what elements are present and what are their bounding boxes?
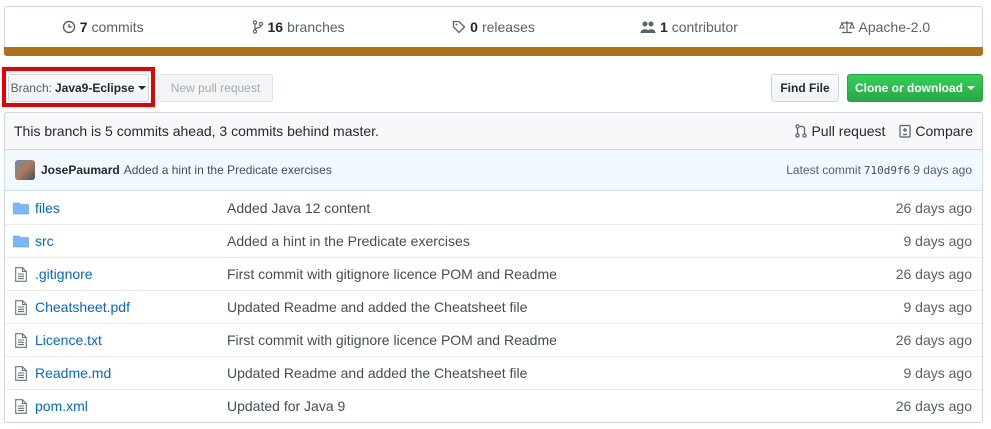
commit-message[interactable]: Added a hint in the Predicate exercises [124,163,787,177]
file-icon [7,398,35,414]
branch-status-bar: This branch is 5 commits ahead, 3 commit… [4,112,983,150]
history-icon [62,20,75,34]
branch-status-text: This branch is 5 commits ahead, 3 commit… [14,123,379,139]
diff-icon [899,124,912,138]
file-commit-message[interactable]: Updated for Java 9 [227,398,896,414]
tag-icon [453,20,466,34]
caret-down-icon [138,86,147,90]
file-icon [7,365,35,381]
file-age: 26 days ago [895,398,972,414]
folder-icon [7,201,35,215]
table-row: files Added Java 12 content 26 days ago [5,191,982,224]
file-name-link[interactable]: files [35,200,227,216]
pull-request-link[interactable]: Pull request [795,123,885,139]
file-commit-message[interactable]: First commit with gitignore licence POM … [227,332,896,348]
compare-link[interactable]: Compare [899,123,973,139]
license-label: Apache-2.0 [858,19,931,35]
language-bar[interactable] [4,47,983,56]
file-icon [7,299,35,315]
contributors-label: contributor [671,19,738,35]
file-age: 9 days ago [903,299,973,315]
file-age: 26 days ago [895,199,972,216]
file-commit-message[interactable]: Added a hint in the Predicate exercises [227,233,904,249]
releases-label: releases [481,19,535,35]
latest-commit-bar: JosePaumard Added a hint in the Predicat… [4,150,983,191]
people-icon [640,21,656,33]
commit-author[interactable]: JosePaumard [41,163,120,177]
file-name-link[interactable]: .gitignore [35,266,227,282]
releases-count: 0 [470,19,478,35]
commits-count: 7 [79,19,88,35]
git-pull-request-icon [795,124,808,138]
table-row: Cheatsheet.pdf Updated Readme and added … [5,290,982,323]
commit-sha[interactable]: 710d9f6 [864,164,910,177]
table-row: pom.xml Updated for Java 9 26 days ago [5,389,982,422]
branch-label: Branch: [10,81,52,95]
table-row: Readme.md Updated Readme and added the C… [5,356,982,389]
find-file-button[interactable]: Find File [771,74,839,102]
git-branch-icon [252,20,263,34]
file-age: 26 days ago [895,266,972,282]
file-commit-message[interactable]: Added Java 12 content [227,200,896,216]
file-icon [7,266,35,282]
commits-label: commits [91,19,144,35]
file-name-link[interactable]: Cheatsheet.pdf [35,299,227,315]
table-row: Licence.txt First commit with gitignore … [5,323,982,356]
file-age: 9 days ago [903,233,973,249]
commit-age: 9 days ago [913,163,972,177]
file-name-link[interactable]: Licence.txt [35,332,227,348]
clone-download-button[interactable]: Clone or download [847,74,983,102]
branches-label: branches [287,19,345,35]
file-icon [7,332,35,348]
law-icon [838,21,855,34]
clone-label: Clone or download [855,81,963,95]
new-pull-request-button[interactable]: New pull request [158,74,273,102]
pull-request-label: Pull request [811,123,886,139]
folder-icon [7,234,35,248]
file-commit-message[interactable]: Updated Readme and added the Cheatsheet … [227,365,904,381]
compare-label: Compare [915,123,973,139]
file-commit-message[interactable]: First commit with gitignore licence POM … [227,266,896,282]
branch-select-button[interactable]: Branch: Java9-Eclipse [8,74,149,102]
file-commit-message[interactable]: Updated Readme and added the Cheatsheet … [227,299,904,315]
file-age: 26 days ago [895,332,972,348]
table-row: .gitignore First commit with gitignore l… [5,257,982,290]
avatar[interactable] [15,160,35,180]
file-name-link[interactable]: pom.xml [35,398,227,414]
table-row: src Added a hint in the Predicate exerci… [5,224,982,257]
file-name-link[interactable]: Readme.md [35,365,227,381]
branches-count: 16 [267,19,284,35]
caret-down-icon [967,86,975,90]
latest-commit-label: Latest commit [786,163,861,177]
file-name-link[interactable]: src [35,233,227,249]
file-age: 9 days ago [903,365,973,381]
contributors-count: 1 [659,19,668,35]
branch-value: Java9-Eclipse [54,81,135,95]
file-list: files Added Java 12 content 26 days ago … [4,191,983,423]
